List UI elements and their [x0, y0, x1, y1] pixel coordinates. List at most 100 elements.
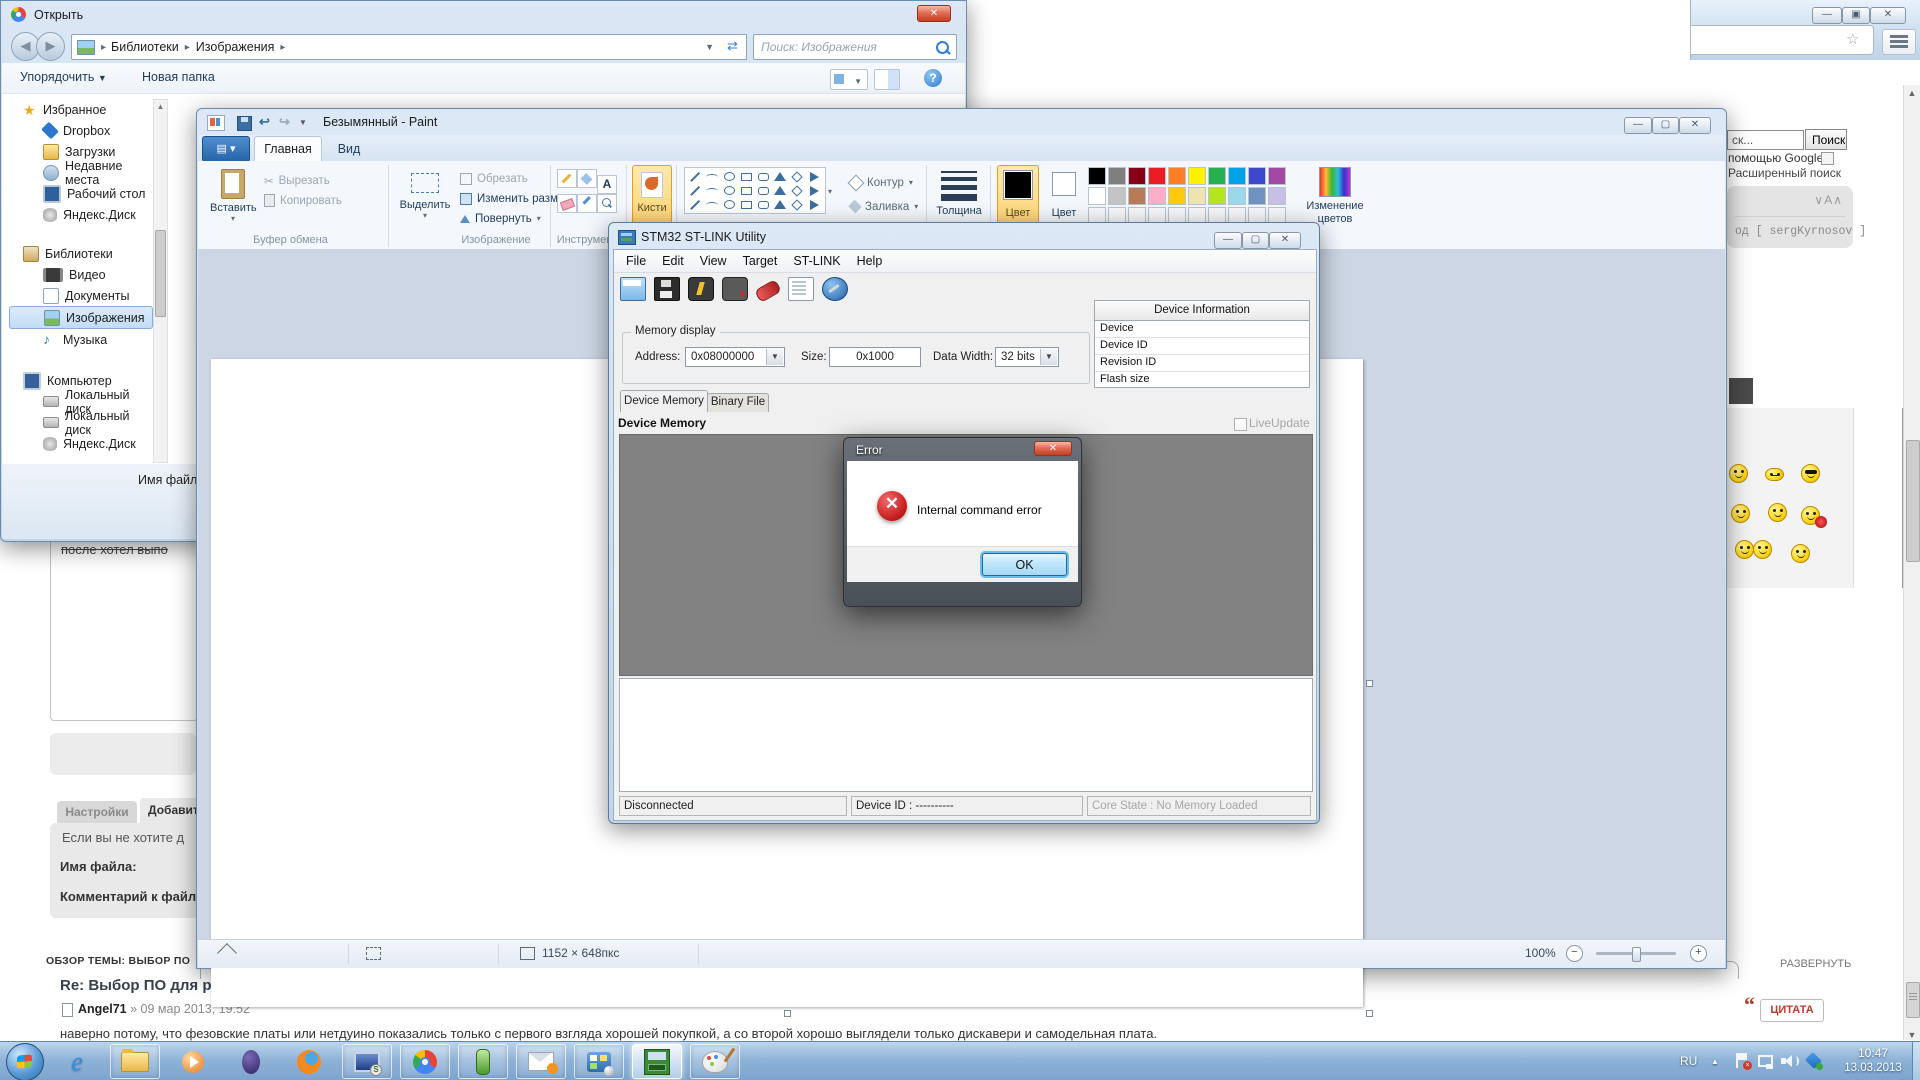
palette-color[interactable]	[1248, 187, 1266, 205]
tab-settings[interactable]: Настройки	[57, 801, 137, 823]
stlink-minimize-button[interactable]: —	[1214, 232, 1242, 249]
paint-menu-button[interactable]: ▤ ▾	[202, 136, 250, 162]
smiley-beer-icon[interactable]	[1735, 540, 1754, 559]
shape-rounded-rectangle-icon[interactable]	[755, 170, 771, 183]
network-icon[interactable]	[1757, 1053, 1773, 1069]
scroll-down-icon[interactable]: ▼	[1904, 1030, 1920, 1040]
sidebar-item-yandex-disk-2[interactable]: Яндекс.Диск	[9, 433, 151, 454]
stlink-close-button[interactable]: ✕	[1269, 232, 1301, 249]
palette-color[interactable]	[1208, 167, 1226, 185]
start-button[interactable]	[6, 1043, 44, 1080]
shapes-scroll-icon[interactable]: ▾	[828, 187, 832, 196]
qat-undo-icon[interactable]: ↩	[259, 114, 270, 130]
canvas-resize-handle[interactable]	[784, 1010, 791, 1017]
copy-button[interactable]: Копировать	[264, 191, 342, 210]
search-icon[interactable]	[936, 41, 949, 54]
tab-binary-file[interactable]: Binary File	[707, 393, 769, 412]
resize-button[interactable]: Изменить размер	[460, 189, 571, 208]
palette-color[interactable]	[1088, 167, 1106, 185]
save-file-icon[interactable]	[654, 277, 680, 301]
taskbar-control-panel-button[interactable]	[574, 1044, 624, 1079]
menu-target[interactable]: Target	[735, 252, 786, 270]
shape-curve-icon[interactable]	[704, 170, 720, 183]
quoted-text-area[interactable]: после хотел выпо	[50, 537, 198, 721]
breadcrumb-arrow-icon[interactable]: ▸	[101, 42, 106, 53]
zoom-out-button[interactable]: −	[1566, 945, 1583, 962]
open-file-icon[interactable]	[620, 277, 646, 301]
post-author[interactable]: Angel71	[78, 1002, 127, 1016]
shape-arrow-icon[interactable]	[806, 170, 822, 183]
data-width-combobox[interactable]: 32 bits▼	[995, 347, 1059, 367]
palette-color[interactable]	[1188, 167, 1206, 185]
taskbar-paint-button[interactable]	[690, 1044, 740, 1079]
palette-color[interactable]	[1168, 187, 1186, 205]
chevron-down-icon[interactable]: ▼	[1040, 349, 1057, 365]
action-center-flag-icon[interactable]: ×	[1734, 1053, 1750, 1069]
tab-home[interactable]: Главная	[254, 136, 322, 162]
palette-color[interactable]	[1108, 187, 1126, 205]
eraser-tool-icon[interactable]	[557, 194, 577, 213]
menu-edit[interactable]: Edit	[654, 252, 692, 270]
expand-label[interactable]: РАЗВЕРНУТЬ	[1780, 958, 1851, 970]
shape-diamond-icon[interactable]	[789, 198, 805, 211]
shape-triangle-icon[interactable]	[772, 184, 788, 197]
advanced-search-link[interactable]: Расширенный поиск	[1728, 166, 1841, 180]
smiley-crazy-icon[interactable]	[1768, 503, 1787, 522]
palette-color[interactable]	[1228, 167, 1246, 185]
tray-language[interactable]: RU	[1680, 1054, 1697, 1068]
shape-rounded-rectangle-icon[interactable]	[755, 184, 771, 197]
paste-button[interactable]: Вставить ▾	[210, 167, 256, 231]
shape-rectangle-icon[interactable]	[738, 170, 754, 183]
sidebar-item-local-disk-d[interactable]: Локальный диск	[9, 412, 151, 433]
palette-color[interactable]	[1268, 187, 1286, 205]
organize-button[interactable]: Упорядочить ▼	[20, 70, 107, 84]
shape-curve-icon[interactable]	[704, 198, 720, 211]
sidebar-group-libraries[interactable]: Библиотеки	[9, 243, 151, 264]
qat-save-icon[interactable]	[237, 116, 252, 131]
palette-color[interactable]	[1128, 167, 1146, 185]
refresh-button[interactable]: ⇄	[719, 34, 747, 60]
qat-redo-icon[interactable]: ↪	[279, 114, 290, 130]
zoom-slider-thumb[interactable]	[1632, 947, 1641, 962]
paint-maximize-button[interactable]: ▢	[1652, 117, 1679, 134]
browser-scrollbar[interactable]: ▲	[1903, 85, 1920, 1040]
tab-add-attachment[interactable]: Добавит	[140, 798, 200, 823]
shape-rectangle-icon[interactable]	[738, 198, 754, 211]
address-combobox[interactable]: 0x08000000▼	[685, 347, 785, 367]
menu-file[interactable]: File	[618, 252, 654, 270]
palette-color[interactable]	[1248, 167, 1266, 185]
taskbar-media-player-button[interactable]	[168, 1044, 218, 1079]
shape-triangle-icon[interactable]	[772, 198, 788, 211]
palette-color[interactable]	[1268, 167, 1286, 185]
taskbar-firefox-button[interactable]	[284, 1044, 334, 1079]
address-dropdown-icon[interactable]: ▼	[705, 42, 714, 52]
taskbar-eclipse-button[interactable]	[226, 1044, 276, 1079]
smiley-shocked-icon[interactable]	[1729, 464, 1748, 483]
shape-oval-icon[interactable]	[721, 170, 737, 183]
sidebar-item-recent[interactable]: Недавние места	[9, 162, 151, 183]
smiley-cool-icon[interactable]	[1801, 464, 1820, 483]
sidebar-item-dropbox[interactable]: Dropbox	[9, 120, 151, 141]
tab-device-memory[interactable]: Device Memory	[620, 390, 708, 412]
error-close-button[interactable]: ✕	[1034, 441, 1072, 456]
tray-show-hidden-icon[interactable]: ▲	[1711, 1057, 1719, 1066]
sidebar-item-yandex-disk[interactable]: Яндекс.Диск	[9, 204, 151, 225]
shape-oval-icon[interactable]	[721, 198, 737, 211]
palette-color[interactable]	[1188, 187, 1206, 205]
disconnect-icon[interactable]: ×	[722, 277, 748, 301]
magnifier-tool-icon[interactable]	[597, 194, 617, 213]
sidebar-item-video[interactable]: Видео	[9, 264, 151, 285]
pencil-tool-icon[interactable]	[557, 169, 577, 188]
smiley-sleepy-icon[interactable]	[1765, 468, 1784, 481]
qat-dropdown-icon[interactable]: ▼	[299, 118, 307, 127]
palette-color[interactable]	[1108, 167, 1126, 185]
sidebar-item-music[interactable]: ♪Музыка	[9, 329, 151, 350]
rotate-button[interactable]: Повернуть ▾	[460, 209, 541, 228]
tray-clock[interactable]: 10:47 13.03.2013	[1838, 1046, 1908, 1074]
sidebar-scrollbar[interactable]: ▲	[153, 99, 168, 463]
live-update-checkbox[interactable]	[1234, 418, 1247, 431]
crop-button[interactable]: Обрезать	[460, 169, 528, 188]
post-scrollbar-thumb[interactable]	[1906, 982, 1920, 1018]
chevron-down-icon[interactable]: ▼	[766, 349, 783, 365]
breadcrumb-arrow-icon[interactable]: ▸	[185, 42, 190, 53]
